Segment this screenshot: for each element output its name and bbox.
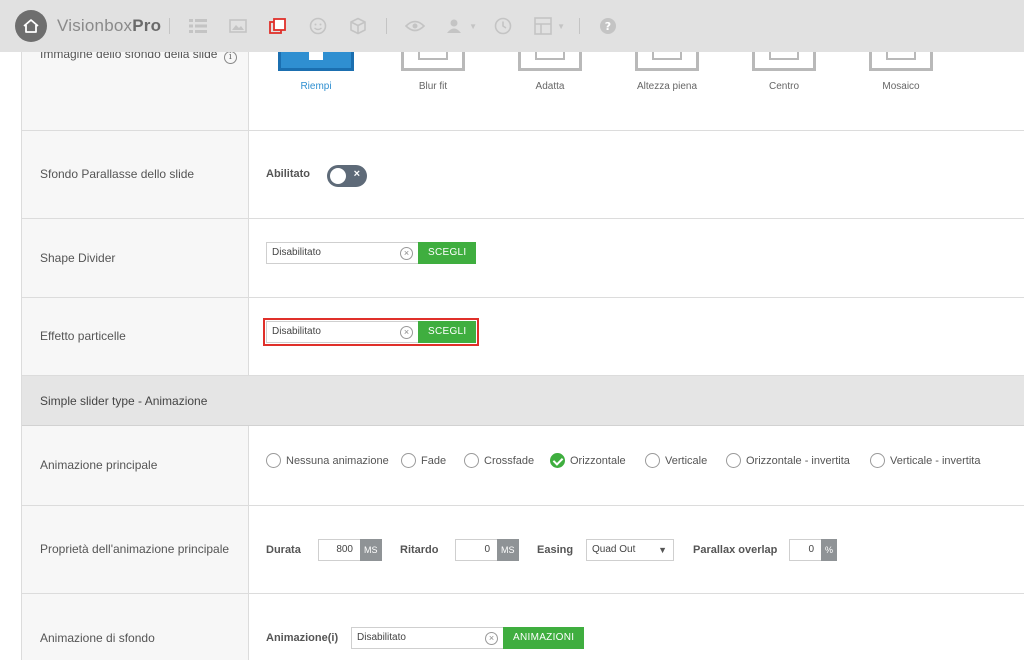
fill-thumbnail [752,51,816,71]
clear-icon[interactable]: × [400,326,413,339]
bg-animation-choose-button[interactable]: ANIMAZIONI [503,627,585,649]
delay-value[interactable]: 0 [455,539,497,561]
radio-fade[interactable]: Fade [401,453,446,468]
bg-animation-value[interactable]: Disabilitato × [351,627,503,649]
chevron-down-icon: ▼ [658,545,667,555]
toolbar-divider [386,18,388,34]
radio-orizzontale[interactable]: Orizzontale [550,453,626,468]
fill-thumbnail [401,51,465,71]
duration-input[interactable]: 800 MS [318,539,382,561]
radio-crossfade[interactable]: Crossfade [464,453,534,468]
radio-orizzontale-invertita[interactable]: Orizzontale - invertita [726,453,850,468]
parallax-enabled-label: Abilitato [266,168,310,180]
row-bg-animation: Animazione di sfondo Animazione(i) Disab… [22,594,1024,660]
row-particles: Effetto particelle Disabilitato × SCEGLI [22,298,1024,376]
particles-label: Effetto particelle [22,298,249,375]
svg-text:?: ? [605,20,611,33]
layers-icon[interactable] [267,15,289,37]
home-icon [23,19,39,33]
cube-icon[interactable] [347,15,369,37]
shape-divider-label: Shape Divider [22,219,249,297]
shape-divider-value[interactable]: Disabilitato × [266,242,418,264]
info-icon[interactable]: i [223,51,237,64]
particles-value[interactable]: Disabilitato × [266,321,418,343]
particles-choose-button[interactable]: SCEGLI [418,321,477,343]
parallax-overlap-label: Parallax overlap [693,544,778,556]
smiley-icon[interactable] [307,15,329,37]
duration-value[interactable]: 800 [318,539,360,561]
fill-option-label: Adatta [535,81,565,92]
row-main-animation: Animazione principale Nessuna animazione… [22,426,1024,506]
animations-field-label: Animazione(i) [266,632,339,644]
row-parallax: Sfondo Parallasse dello slide Abilitato … [22,131,1024,219]
delay-unit: MS [497,539,519,561]
section-animation-header: Simple slider type - Animazione [22,376,1024,426]
fill-option-label: Blur fit [418,81,448,92]
shape-divider-choose-button[interactable]: SCEGLI [418,242,477,264]
fill-thumbnail [518,51,582,71]
clock-icon[interactable] [492,15,514,37]
home-button[interactable] [15,10,47,42]
slide-settings-panel: Immagine dello sfondo della slide i Riem… [21,0,1024,660]
fill-option-label: Riempi [300,81,332,92]
bg-animation-label: Animazione di sfondo [22,594,249,660]
parallax-overlap-value[interactable]: 0 [789,539,821,561]
grid-icon[interactable] [532,15,554,37]
parallax-label: Sfondo Parallasse dello slide [22,131,249,218]
chevron-down-icon[interactable]: ▼ [469,22,477,31]
users-icon[interactable] [444,15,466,37]
image-gallery-icon[interactable] [227,15,249,37]
help-icon[interactable]: ? [597,15,619,37]
toolbar-divider [169,18,171,34]
clear-icon[interactable]: × [485,632,498,645]
radio-verticale-invertita[interactable]: Verticale - invertita [870,453,980,468]
shape-divider-picker: Disabilitato × SCEGLI [266,242,477,264]
duration-unit: MS [360,539,382,561]
brand-bold: Pro [132,16,162,35]
chevron-down-icon[interactable]: ▼ [557,22,565,31]
easing-select[interactable]: Quad Out ▼ [586,539,674,561]
row-animation-properties: Proprietà dell'animazione principale Dur… [22,506,1024,594]
app-brand: VisionboxPro [57,16,161,36]
fill-thumbnail [869,51,933,71]
fill-option-label: Mosaico [882,81,920,92]
fill-thumbnail [278,51,354,71]
parallax-overlap-input[interactable]: 0 % [789,539,838,561]
fill-option-label: Centro [768,81,799,92]
brand-light: Visionbox [57,16,133,35]
delay-label: Ritardo [400,544,439,556]
row-shape-divider: Shape Divider Disabilitato × SCEGLI [22,219,1024,298]
toggle-knob [330,168,346,184]
parallax-overlap-unit: % [821,539,838,561]
easing-value: Quad Out [592,544,636,555]
clear-icon[interactable]: × [400,247,413,260]
parallax-toggle[interactable]: × [327,165,367,187]
eye-icon[interactable] [404,15,426,37]
radio-verticale[interactable]: Verticale [645,453,707,468]
delay-input[interactable]: 0 MS [455,539,519,561]
particles-picker: Disabilitato × SCEGLI [262,318,480,346]
top-toolbar: VisionboxPro ▼ ▼ ? [0,0,1024,52]
easing-label: Easing [537,544,574,556]
duration-label: Durata [266,544,301,556]
animation-properties-label: Proprietà dell'animazione principale [22,506,249,593]
fill-option-label: Altezza piena [636,81,698,92]
main-animation-label: Animazione principale [22,426,249,505]
list-icon[interactable] [187,15,209,37]
radio-nessuna-animazione[interactable]: Nessuna animazione [266,453,389,468]
fill-thumbnail [635,51,699,71]
bg-animation-picker: Disabilitato × ANIMAZIONI [351,627,585,649]
toolbar-divider [579,18,581,34]
close-icon: × [353,168,360,180]
